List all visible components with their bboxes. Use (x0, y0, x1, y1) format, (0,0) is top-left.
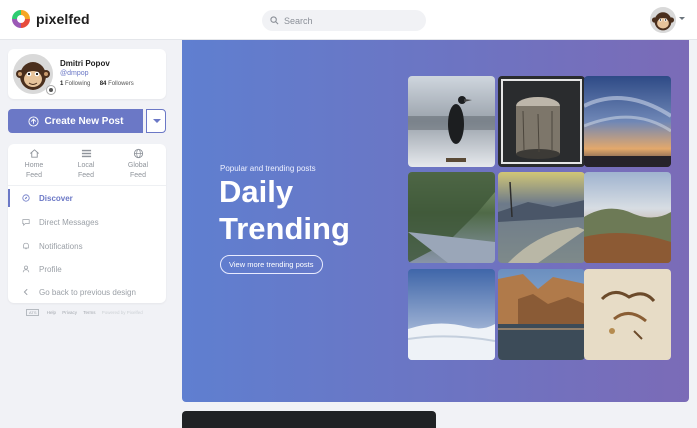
following-count[interactable]: 1 (60, 81, 63, 87)
menu-item-previous-design[interactable]: Go back to previous design (8, 281, 166, 303)
account-badge-icon (46, 85, 56, 95)
globe-icon (133, 148, 143, 159)
tab-label: Feed (26, 172, 42, 179)
tab-label: Feed (78, 172, 94, 179)
view-more-trending-button[interactable]: View more trending posts (220, 255, 323, 274)
followers-label[interactable]: Followers (108, 81, 134, 87)
profile-card: Dmitri Popov @dmpop 1 Following 84 Follo… (8, 49, 166, 99)
followers-count[interactable]: 84 (100, 81, 107, 87)
chevron-down-icon (153, 119, 161, 123)
following-label[interactable]: Following (65, 81, 90, 87)
menu-item-profile[interactable]: Profile (8, 258, 166, 280)
trending-post-image[interactable] (408, 172, 495, 263)
profile-handle[interactable]: @dmpop (60, 70, 89, 77)
trending-post-image[interactable] (408, 76, 495, 167)
trending-post-image[interactable] (498, 269, 585, 360)
profile-name[interactable]: Dmitri Popov (60, 59, 110, 68)
profile-stats: 1 Following 84 Followers (60, 81, 134, 87)
page-gutter (690, 40, 697, 428)
menu-item-label: Direct Messages (39, 217, 99, 227)
chevron-down-icon[interactable] (679, 17, 685, 20)
user-icon (22, 265, 30, 273)
footer-badge: ATS (26, 309, 40, 316)
search-box[interactable] (262, 10, 426, 31)
tab-local-feed[interactable]: Local Feed (60, 148, 112, 181)
sidebar-menu: Home Feed Local Feed Global Feed Discove… (8, 144, 166, 303)
tab-home-feed[interactable]: Home Feed (8, 148, 60, 181)
create-new-post-label: Create New Post (44, 115, 124, 127)
message-icon (22, 219, 30, 226)
tab-label: Feed (130, 172, 146, 179)
trending-post-image[interactable] (498, 172, 585, 263)
hero-title: Daily Trending (219, 174, 350, 246)
footer-link-help[interactable]: Help (47, 310, 56, 315)
tab-label: Local (77, 162, 95, 169)
feed-post-card[interactable] (182, 411, 436, 428)
list-icon (81, 149, 91, 158)
create-new-post-button[interactable]: Create New Post (8, 109, 143, 133)
home-icon (29, 149, 39, 158)
top-navbar: pixelfed (0, 0, 697, 40)
menu-item-label: Profile (39, 264, 62, 274)
footer-link-terms[interactable]: Terms (83, 310, 95, 315)
create-post-options-button[interactable] (146, 109, 166, 133)
menu-item-label: Discover (39, 193, 73, 203)
brand-name: pixelfed (36, 11, 90, 27)
plus-circle-icon (27, 115, 39, 127)
menu-item-discover[interactable]: Discover (8, 187, 166, 209)
footer-link-privacy[interactable]: Privacy (62, 310, 77, 315)
trending-post-image[interactable] (584, 76, 671, 167)
menu-item-notifications[interactable]: Notifications (8, 235, 166, 257)
trending-post-image[interactable] (498, 76, 585, 167)
divider (8, 185, 166, 186)
daily-trending-hero: Popular and trending posts Daily Trendin… (182, 40, 689, 402)
user-avatar[interactable] (650, 7, 676, 33)
trending-post-image[interactable] (584, 269, 671, 360)
menu-item-direct-messages[interactable]: Direct Messages (8, 211, 166, 233)
tab-global-feed[interactable]: Global Feed (112, 148, 164, 181)
search-input[interactable] (284, 15, 414, 26)
trending-post-image[interactable] (408, 269, 495, 360)
bell-icon (23, 242, 29, 250)
trending-post-image[interactable] (584, 172, 671, 263)
footer-links: ATS Help Privacy Terms Powered by Pixelf… (26, 309, 148, 316)
tab-label: Global (127, 162, 149, 169)
brand-link[interactable]: pixelfed (12, 10, 90, 28)
chevron-left-icon (23, 288, 28, 296)
menu-item-label: Notifications (39, 241, 83, 251)
search-icon (270, 16, 279, 25)
pixelfed-logo-icon (12, 10, 30, 28)
footer-powered-by[interactable]: Powered by Pixelfed (102, 310, 143, 315)
compass-icon (22, 194, 30, 202)
hero-subtitle: Popular and trending posts (220, 164, 316, 173)
tab-label: Home (24, 162, 44, 169)
menu-item-label: Go back to previous design (39, 287, 136, 297)
